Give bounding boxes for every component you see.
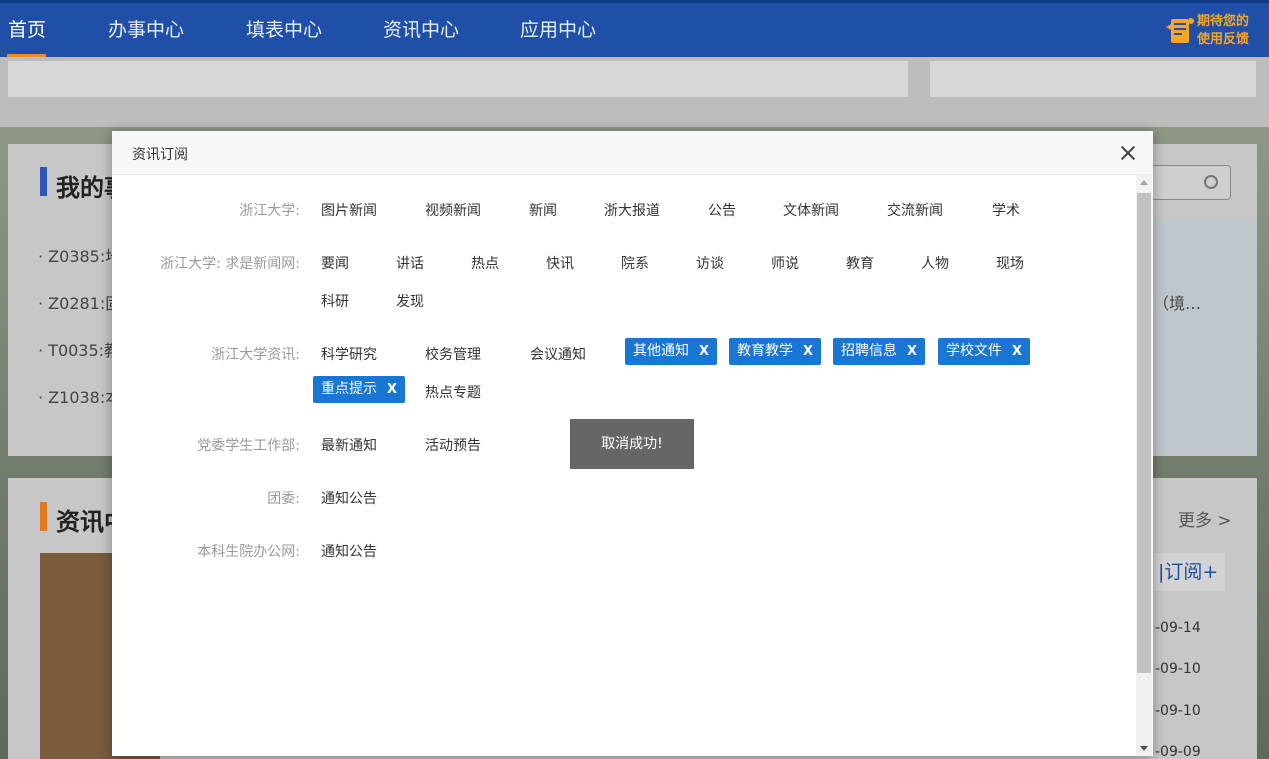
option-item[interactable]: 通知公告 <box>321 488 377 508</box>
option-item[interactable]: 发现 <box>396 291 424 311</box>
modal-header: 资讯订阅 <box>112 131 1153 175</box>
selected-tag[interactable]: 招聘信息 X <box>833 338 926 365</box>
remove-tag-icon[interactable]: X <box>699 338 709 365</box>
task-item[interactable]: · Z1038:本 <box>38 384 121 408</box>
nav-item-forms[interactable]: 填表中心 <box>246 3 322 57</box>
option-item[interactable]: 科研 <box>321 291 349 311</box>
nav-item-news[interactable]: 资讯中心 <box>383 3 459 57</box>
task-item[interactable]: · Z0281:固 <box>38 290 121 314</box>
option-item[interactable]: 交流新闻 <box>887 200 943 220</box>
selected-tag-label: 招聘信息 <box>841 343 897 359</box>
illustration-image <box>1152 220 1257 455</box>
selected-tag-label: 教育教学 <box>737 343 793 359</box>
banner-panel-left <box>8 61 908 97</box>
option-item[interactable]: 文体新闻 <box>783 200 839 220</box>
option-item[interactable]: 活动预告 <box>425 435 481 455</box>
option-item[interactable]: 视频新闻 <box>425 200 481 220</box>
remove-tag-icon[interactable]: X <box>1012 338 1022 365</box>
option-item[interactable]: 校务管理 <box>425 344 481 364</box>
news-date: -09-09 <box>1155 744 1201 759</box>
news-date: -09-10 <box>1155 703 1201 719</box>
option-item[interactable]: 师说 <box>771 253 799 273</box>
option-item[interactable]: 热点专题 <box>425 382 481 402</box>
task-item[interactable]: · Z0385:地 <box>38 243 121 267</box>
feedback-label: 期待您的 使用反馈 <box>1197 13 1249 49</box>
option-item[interactable]: 最新通知 <box>321 435 377 455</box>
option-item[interactable]: 科学研究 <box>321 344 377 364</box>
option-item[interactable]: 院系 <box>621 253 649 273</box>
selected-tag[interactable]: 教育教学 X <box>729 338 822 365</box>
close-icon[interactable] <box>1119 144 1137 162</box>
subscription-modal: 资讯订阅 浙江大学: 图片新闻 视频新闻 新闻 浙大报道 公告 文体新闻 交流新… <box>112 131 1153 756</box>
scroll-thumb[interactable] <box>1137 193 1151 673</box>
selected-tag[interactable]: 其他通知 X <box>625 338 718 365</box>
selected-tag-label: 学校文件 <box>946 343 1002 359</box>
row-label-student-affairs: 党委学生工作部: <box>197 438 300 454</box>
option-item[interactable]: 图片新闻 <box>321 200 377 220</box>
modal-title: 资讯订阅 <box>132 147 188 163</box>
task-item[interactable]: · T0035:教 <box>38 337 120 361</box>
top-nav: 首页 办事中心 填表中心 资讯中心 应用中心 期待您的 使用反馈 <box>0 0 1269 57</box>
search-icon <box>1204 175 1218 189</box>
row-label-undergrad: 本科生院办公网: <box>197 544 300 560</box>
option-item[interactable]: 教育 <box>846 253 874 273</box>
option-item[interactable]: 热点 <box>471 253 499 273</box>
option-item[interactable]: 讲话 <box>396 253 424 273</box>
remove-tag-icon[interactable]: X <box>387 376 397 403</box>
option-item[interactable]: 访谈 <box>696 253 724 273</box>
option-item[interactable]: 通知公告 <box>321 541 377 561</box>
row-label-zju: 浙江大学: <box>239 203 300 219</box>
option-item[interactable]: 公告 <box>708 200 736 220</box>
option-item[interactable]: 人物 <box>921 253 949 273</box>
scroll-down-icon[interactable] <box>1140 746 1148 751</box>
nav-item-home[interactable]: 首页 <box>8 3 46 57</box>
option-item[interactable]: 现场 <box>996 253 1024 273</box>
feedback-label-line2: 使用反馈 <box>1197 32 1250 47</box>
nav-item-apps[interactable]: 应用中心 <box>520 3 596 57</box>
banner-panel-right <box>930 61 1256 97</box>
row-label-zju-news: 浙江大学资讯: <box>211 347 300 363</box>
scroll-up-icon[interactable] <box>1140 180 1148 185</box>
my-tasks-accent-bar <box>40 167 47 196</box>
modal-scrollbar[interactable] <box>1136 175 1152 756</box>
banner-strip <box>0 57 1269 127</box>
option-item[interactable]: 快讯 <box>546 253 574 273</box>
option-item[interactable]: 浙大报道 <box>604 200 660 220</box>
row-label-qiushi: 浙江大学: 求是新闻网: <box>160 256 300 272</box>
subscribe-button[interactable]: |订阅+ <box>1154 553 1225 591</box>
more-link[interactable]: 更多 > <box>1178 506 1232 531</box>
selected-tag-label: 其他通知 <box>633 343 689 359</box>
news-center-accent-bar <box>40 502 47 531</box>
option-item[interactable]: 要闻 <box>321 253 349 273</box>
feedback-button[interactable]: 期待您的 使用反馈 <box>1163 11 1259 51</box>
option-item[interactable]: 新闻 <box>529 200 557 220</box>
task-item-right-text: （境… <box>1153 294 1202 313</box>
selected-tag-label: 重点提示 <box>321 381 377 397</box>
selected-tag[interactable]: 学校文件 X <box>938 338 1031 365</box>
feedback-icon <box>1166 18 1194 43</box>
news-date: -09-10 <box>1155 661 1201 677</box>
toast-message: 取消成功! <box>570 419 694 469</box>
nav-item-services[interactable]: 办事中心 <box>108 3 184 57</box>
news-date: -09-14 <box>1155 620 1201 636</box>
option-item[interactable]: 会议通知 <box>530 344 586 364</box>
option-item[interactable]: 学术 <box>992 200 1020 220</box>
remove-tag-icon[interactable]: X <box>803 338 813 365</box>
selected-tag[interactable]: 重点提示 X <box>313 376 406 403</box>
remove-tag-icon[interactable]: X <box>907 338 917 365</box>
feedback-label-line1: 期待您的 <box>1197 14 1250 29</box>
row-label-youth-league: 团委: <box>267 491 300 507</box>
